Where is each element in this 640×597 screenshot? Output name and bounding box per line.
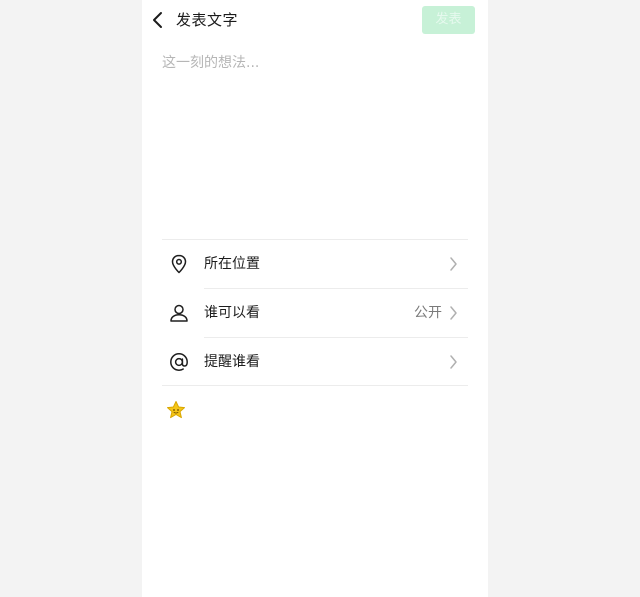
phone-screen: 发表文字 发表 所在位置 谁可以看 公开 提醒 xyxy=(142,0,488,597)
star-emoji-icon[interactable] xyxy=(166,400,186,420)
header-bar: 发表文字 发表 xyxy=(142,0,488,40)
page-title: 发表文字 xyxy=(176,11,239,29)
mention-label: 提醒谁看 xyxy=(204,354,260,370)
back-arrow-icon[interactable] xyxy=(151,10,165,30)
location-row[interactable]: 所在位置 xyxy=(162,240,468,288)
bottom-divider xyxy=(162,385,468,386)
at-sign-icon xyxy=(170,353,188,371)
visibility-label: 谁可以看 xyxy=(204,305,260,321)
visibility-row[interactable]: 谁可以看 公开 xyxy=(162,289,468,337)
mention-row[interactable]: 提醒谁看 xyxy=(162,338,468,386)
location-label: 所在位置 xyxy=(204,256,260,272)
visibility-value: 公开 xyxy=(414,305,442,321)
person-icon xyxy=(170,304,188,322)
chevron-right-icon xyxy=(450,257,457,271)
post-text-input[interactable] xyxy=(162,52,468,222)
chevron-right-icon xyxy=(450,355,457,369)
location-pin-icon xyxy=(171,254,187,274)
chevron-right-icon xyxy=(450,306,457,320)
publish-button[interactable]: 发表 xyxy=(422,6,475,34)
